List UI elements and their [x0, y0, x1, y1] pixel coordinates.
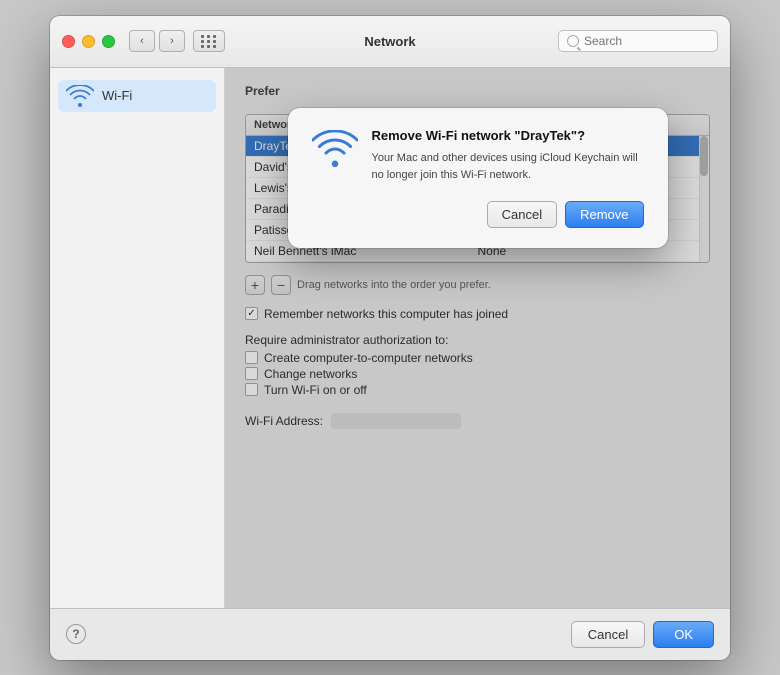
dialog-buttons: Cancel Remove — [312, 201, 644, 228]
titlebar: ‹ › Network — [50, 16, 730, 68]
dialog-wifi-icon — [312, 130, 358, 171]
dialog-body: Remove Wi-Fi network "DrayTek"? Your Mac… — [312, 128, 644, 184]
search-box[interactable] — [558, 30, 718, 52]
bottom-buttons: Cancel OK — [571, 621, 714, 648]
sidebar-item-label: Wi-Fi — [102, 88, 132, 103]
help-button[interactable]: ? — [66, 624, 86, 644]
dialog-cancel-button[interactable]: Cancel — [487, 201, 557, 228]
dialog-title: Remove Wi-Fi network "DrayTek"? — [372, 128, 644, 145]
dialog-message: Your Mac and other devices using iCloud … — [372, 150, 644, 183]
bottom-bar: ? Cancel OK — [50, 608, 730, 660]
minimize-button[interactable] — [82, 35, 95, 48]
dialog-text-area: Remove Wi-Fi network "DrayTek"? Your Mac… — [372, 128, 644, 184]
search-input[interactable] — [584, 34, 709, 48]
maximize-button[interactable] — [102, 35, 115, 48]
wifi-icon — [66, 86, 94, 106]
main-content: Wi-Fi Prefer Network Name Security DrayT… — [50, 68, 730, 608]
back-button[interactable]: ‹ — [129, 30, 155, 52]
dialog-remove-button[interactable]: Remove — [565, 201, 643, 228]
ok-button[interactable]: OK — [653, 621, 714, 648]
search-icon — [567, 35, 579, 47]
remove-network-dialog: Remove Wi-Fi network "DrayTek"? Your Mac… — [288, 108, 668, 249]
cancel-button[interactable]: Cancel — [571, 621, 645, 648]
grid-icon — [201, 35, 217, 48]
forward-button[interactable]: › — [159, 30, 185, 52]
close-button[interactable] — [62, 35, 75, 48]
grid-button[interactable] — [193, 30, 225, 52]
main-window: ‹ › Network — [50, 16, 730, 660]
sidebar: Wi-Fi — [50, 68, 225, 608]
dialog-overlay: Remove Wi-Fi network "DrayTek"? Your Mac… — [225, 68, 730, 608]
nav-buttons: ‹ › — [129, 30, 225, 52]
traffic-lights — [62, 35, 115, 48]
right-panel: Prefer Network Name Security DrayTek WPA… — [225, 68, 730, 608]
sidebar-item-wifi[interactable]: Wi-Fi — [58, 80, 216, 112]
window-title: Network — [364, 34, 415, 49]
